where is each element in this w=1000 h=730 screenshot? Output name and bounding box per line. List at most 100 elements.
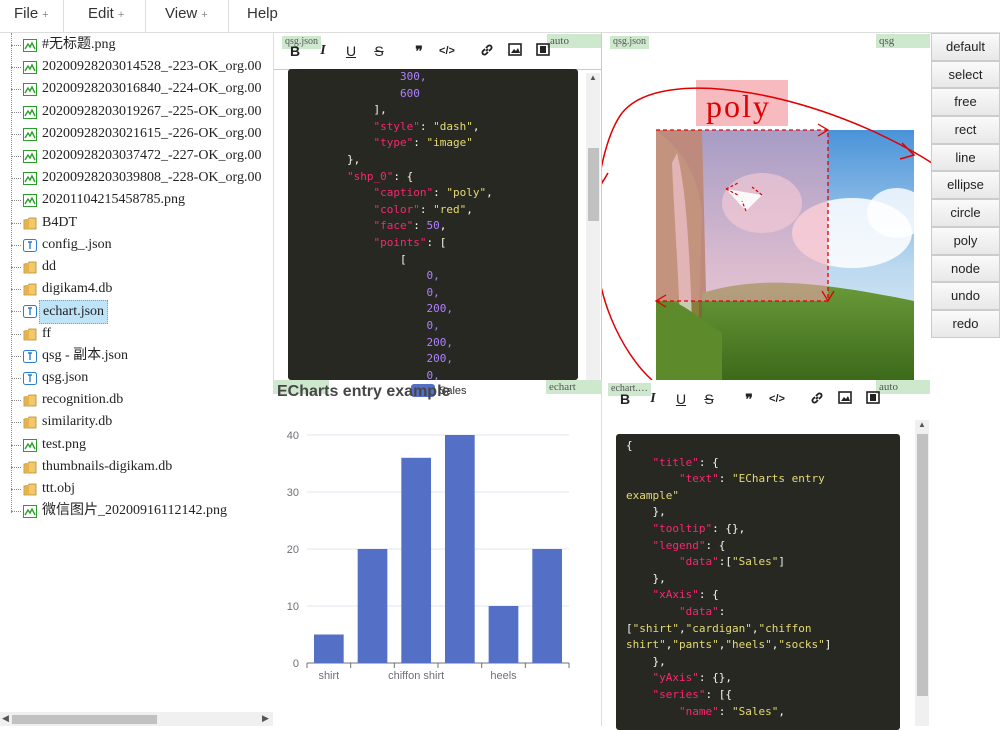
- tree-item[interactable]: ff: [0, 323, 273, 345]
- tree-item[interactable]: thumbnails-digikam.db: [0, 456, 273, 478]
- top-editor-scrollbar[interactable]: ▲: [586, 73, 600, 380]
- tree-item[interactable]: 20200928203016840_-224-OK_org.00: [0, 78, 273, 100]
- image-icon: [23, 38, 37, 52]
- bar[interactable]: [488, 606, 519, 663]
- bar-chart[interactable]: 010203040shirt chiffon shirt heelsSalesECh…: [273, 380, 601, 726]
- line-button[interactable]: line: [931, 143, 1000, 172]
- video-icon[interactable]: [534, 43, 552, 59]
- bar[interactable]: [444, 435, 475, 663]
- link-icon[interactable]: [808, 391, 826, 408]
- free-button[interactable]: free: [931, 88, 1000, 117]
- tree-item[interactable]: 微信图片_20200916112142.png: [0, 500, 273, 522]
- menu-file[interactable]: File +: [0, 0, 64, 32]
- scrollbar-thumb[interactable]: [588, 148, 599, 221]
- tree-item[interactable]: 20200928203039808_-228-OK_org.00: [0, 167, 273, 189]
- scroll-up-arrow-icon[interactable]: ▲: [918, 420, 926, 429]
- bar[interactable]: [313, 634, 344, 664]
- code-token: "series": [652, 687, 706, 701]
- bar[interactable]: [357, 549, 388, 663]
- tree-item[interactable]: qsg - 副本.json: [0, 345, 273, 367]
- editor-mode-tag[interactable]: auto: [876, 380, 930, 394]
- chart-title: ECharts entry example: [277, 383, 451, 400]
- menu-edit[interactable]: Edit +: [64, 0, 146, 32]
- video-icon[interactable]: [864, 391, 882, 407]
- tree-item-label: ttt.obj: [42, 481, 76, 496]
- rect-button[interactable]: rect: [931, 116, 1000, 144]
- strikethrough-button[interactable]: S: [370, 43, 388, 59]
- italic-button[interactable]: I: [314, 43, 332, 59]
- select-button[interactable]: select: [931, 60, 1000, 89]
- code-button[interactable]: </>: [438, 45, 456, 57]
- tree-item[interactable]: qsg.json: [0, 367, 273, 389]
- text-file-icon: [23, 238, 37, 252]
- bold-button[interactable]: B: [616, 391, 634, 407]
- tree-item[interactable]: test.png: [0, 434, 273, 456]
- ellipse-shape-outline-lower[interactable]: [602, 233, 653, 380]
- quote-button[interactable]: ❞: [410, 43, 428, 60]
- tree-item[interactable]: digikam4.db: [0, 278, 273, 300]
- bold-button[interactable]: B: [286, 43, 304, 59]
- poly-shape-fill[interactable]: [656, 130, 828, 301]
- tree-item[interactable]: dd: [0, 256, 273, 278]
- image-icon[interactable]: [836, 391, 854, 407]
- tree-item[interactable]: 20201104215458785.png: [0, 189, 273, 211]
- scroll-right-arrow-icon[interactable]: ▶: [262, 713, 269, 724]
- strikethrough-button[interactable]: S: [700, 391, 718, 407]
- ellipse-shape-outline-left[interactable]: [602, 112, 623, 193]
- code-line: 200,: [294, 301, 578, 318]
- scrollbar-thumb[interactable]: [917, 434, 928, 696]
- bottom-code-block[interactable]: { "title": { "text": "ECharts entry examp…: [616, 434, 900, 730]
- menu-view[interactable]: View +: [146, 0, 229, 32]
- tree-item-label: 20201104215458785.png: [42, 192, 185, 208]
- tree-item[interactable]: 20200928203037472_-227-OK_org.00: [0, 145, 273, 167]
- node-button[interactable]: node: [931, 254, 1000, 283]
- tree-branch-line: [11, 244, 21, 246]
- tree-item[interactable]: echart.json: [0, 300, 273, 325]
- tree-item[interactable]: ttt.obj: [0, 478, 273, 500]
- quote-button[interactable]: ❞: [740, 391, 758, 408]
- tree-item[interactable]: 20200928203021615_-226-OK_org.00: [0, 123, 273, 145]
- tree-item-label: echart.json: [39, 300, 109, 325]
- code-token: "name": [678, 704, 719, 718]
- underline-button[interactable]: U: [672, 391, 690, 407]
- italic-button[interactable]: I: [644, 391, 662, 407]
- tree-horizontal-scrollbar[interactable]: ◀ ▶: [0, 712, 273, 726]
- top-code-block[interactable]: 300, 600 ], "style": "dash", "type": "im…: [288, 69, 578, 380]
- undo-button[interactable]: undo: [931, 282, 1000, 310]
- canvas-svg[interactable]: poly: [602, 33, 932, 380]
- tree-item[interactable]: similarity.db: [0, 411, 273, 433]
- default-button[interactable]: default: [931, 33, 1000, 61]
- scroll-up-arrow-icon[interactable]: ▲: [589, 73, 597, 82]
- bar[interactable]: [401, 457, 432, 663]
- image-icon[interactable]: [506, 43, 524, 59]
- drawing-canvas[interactable]: qsg.json qsg poly: [601, 33, 932, 380]
- menu-help[interactable]: Help: [229, 0, 309, 32]
- tree-item-label: B4DT: [42, 214, 77, 230]
- code-line: 0,: [294, 368, 578, 380]
- scroll-left-arrow-icon[interactable]: ◀: [2, 713, 9, 724]
- tree-item[interactable]: recognition.db: [0, 389, 273, 411]
- tree-item[interactable]: #无标题.png: [0, 34, 273, 56]
- poly-button[interactable]: poly: [931, 226, 1000, 255]
- link-icon[interactable]: [478, 43, 496, 60]
- tree-item[interactable]: 20200928203019267_-225-OK_org.00: [0, 101, 273, 123]
- code-token: : {: [393, 169, 414, 183]
- editor-toolbar: B I U S ❞ </>: [286, 35, 552, 67]
- tree-item[interactable]: config_.json: [0, 234, 273, 256]
- underline-button[interactable]: U: [342, 43, 360, 59]
- tree-item-label: 20200928203014528_-223-OK_org.00: [42, 59, 262, 75]
- ellipse-button[interactable]: ellipse: [931, 171, 1000, 200]
- editor-mode-tag[interactable]: auto: [547, 34, 602, 48]
- code-button[interactable]: </>: [768, 393, 786, 405]
- code-token: ],: [373, 103, 387, 117]
- tree-item[interactable]: 20200928203014528_-223-OK_org.00: [0, 56, 273, 78]
- bottom-editor-scrollbar[interactable]: ▲: [915, 420, 929, 726]
- redo-button[interactable]: redo: [931, 309, 1000, 338]
- code-token: "Sales": [731, 555, 779, 569]
- x-tick-label: heels: [490, 670, 517, 682]
- tree-item[interactable]: B4DT: [0, 212, 273, 234]
- scrollbar-thumb[interactable]: [12, 715, 157, 724]
- circle-button[interactable]: circle: [931, 199, 1000, 227]
- bar[interactable]: [532, 549, 563, 663]
